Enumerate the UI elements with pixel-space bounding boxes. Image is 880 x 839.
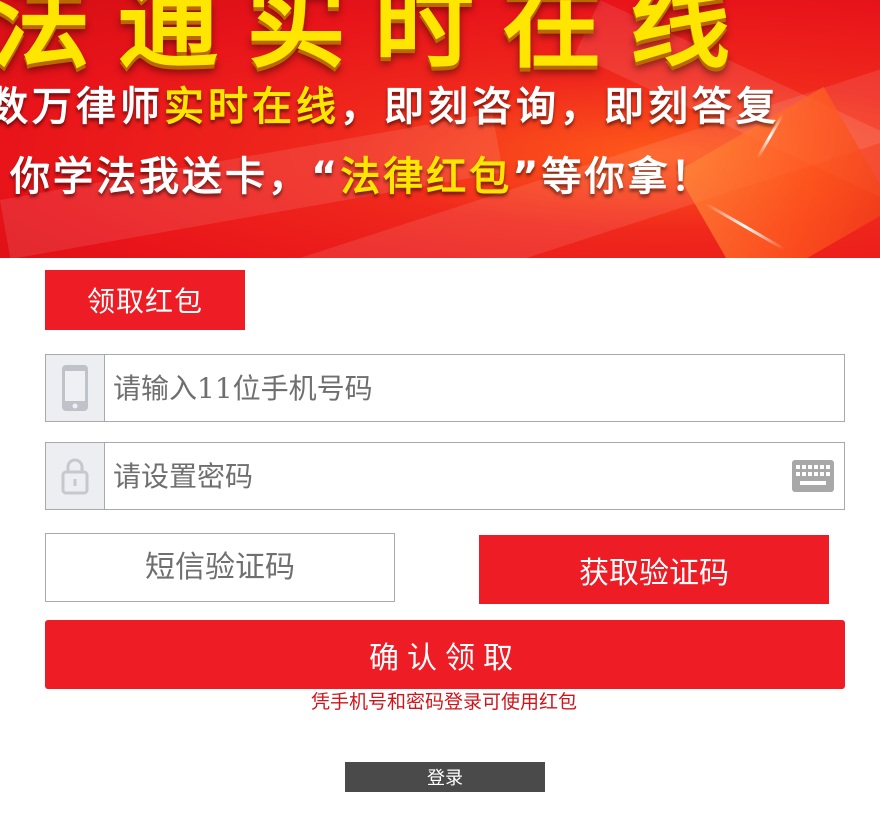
phone-field	[45, 354, 845, 422]
lock-icon	[61, 458, 89, 495]
promo-banner: 法通实时在线 数万律师实时在线，即刻咨询，即刻答复 你学法我送卡，“法律红包”等…	[0, 0, 880, 258]
keyboard-icon[interactable]	[792, 460, 834, 492]
phone-icon	[62, 365, 88, 411]
claim-hongbao-button[interactable]: 领取红包	[45, 270, 245, 330]
banner-highlight: 实时在线	[164, 84, 340, 130]
get-code-button[interactable]: 获取验证码	[479, 535, 829, 604]
sms-code-field	[45, 533, 395, 602]
lock-icon-cell	[46, 443, 105, 509]
banner-highlight: 法律红包	[340, 154, 513, 200]
banner-text: ”等你拿！	[512, 154, 714, 200]
password-input[interactable]	[105, 443, 792, 509]
confirm-claim-button[interactable]: 确认领取	[45, 620, 845, 689]
banner-text: 你学法我送卡，“	[10, 154, 341, 200]
phone-icon-cell	[46, 355, 105, 421]
banner-line-2: 你学法我送卡，“法律红包”等你拿！	[10, 144, 714, 202]
banner-text: 数万律师	[0, 84, 164, 130]
sms-code-input[interactable]	[46, 534, 394, 601]
login-hint-text: 凭手机号和密码登录可使用红包	[310, 691, 577, 713]
password-field	[45, 442, 845, 510]
login-button[interactable]: 登录	[345, 762, 545, 792]
banner-text: ，即刻咨询，即刻答复	[340, 84, 780, 130]
phone-input[interactable]	[105, 355, 844, 421]
banner-line-1: 数万律师实时在线，即刻咨询，即刻答复	[0, 74, 780, 132]
